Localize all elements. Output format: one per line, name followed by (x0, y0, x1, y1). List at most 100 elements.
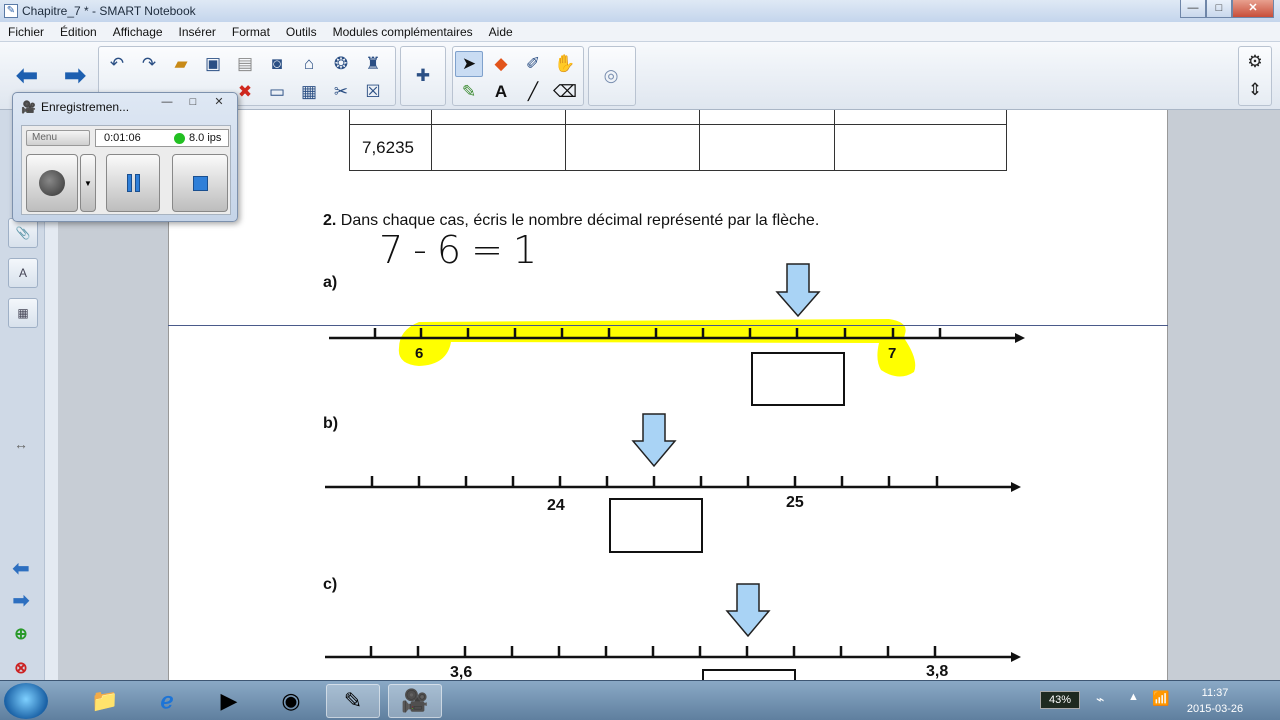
menu-bar: Fichier Édition Affichage Insérer Format… (0, 22, 1280, 42)
record-button[interactable] (26, 154, 78, 212)
recorder-close-button[interactable]: ✕ (207, 95, 231, 111)
internet-explorer-taskbar-icon[interactable]: ℯ (140, 684, 194, 718)
recorder-title: Enregistremen... (41, 100, 130, 114)
properties-tab-icon[interactable]: A (8, 258, 38, 288)
open-folder-icon[interactable]: ▰ (167, 51, 195, 77)
resize-arrows-icon[interactable]: ↔ (8, 432, 34, 456)
recorder-minimize-button[interactable]: — (155, 95, 179, 111)
minimize-button[interactable]: — (1180, 0, 1206, 18)
toolbar-group-tools: ➤ ◆ ✐ ✋ ✎ A ╱ ⌫ (452, 46, 584, 106)
record-circle-icon (39, 170, 65, 196)
screen-icon[interactable]: ▣ (199, 51, 227, 77)
screen-shade-icon[interactable]: ▭ (263, 79, 291, 105)
recorder-app-icon: 🎥 (21, 100, 36, 114)
recorder-controls: Menu 0:01:06 8.0 ips ▼ (21, 125, 231, 215)
part-a-left-value: 6 (415, 345, 424, 362)
eraser-icon[interactable]: ⌫ (551, 79, 579, 105)
menu-inserer[interactable]: Insérer (171, 25, 224, 39)
taskbar: 📁 ℯ ▶ ◉ ✎ 🎥 43% ⌁ ▲ 📶 11:37 2015-03-26 (0, 680, 1280, 720)
previous-page-arrow-icon[interactable]: ⬅ (10, 60, 44, 90)
addons-tab-icon[interactable]: ▦ (8, 298, 38, 328)
arrow-down-c-icon (725, 583, 771, 638)
part-a-right-value: 7 (888, 345, 897, 362)
text-icon[interactable]: A (487, 79, 515, 105)
recorder-menu-dropdown[interactable]: Menu (26, 130, 90, 146)
pens-icon[interactable]: ✎ (455, 79, 483, 105)
part-c-right-value: 3,8 (926, 663, 949, 680)
smart-notebook-taskbar-icon[interactable]: ✎ (326, 684, 380, 718)
recorder-status: 0:01:06 8.0 ips (95, 129, 229, 147)
toolbar-group-properties: ◎ (588, 46, 636, 106)
scissors-icon[interactable]: ✂ (327, 79, 355, 105)
table-icon[interactable]: ▦ (295, 79, 323, 105)
move-toolbar-icon[interactable]: ⇕ (1241, 77, 1269, 103)
recorder-taskbar-icon[interactable]: 🎥 (388, 684, 442, 718)
sidebar-forward-arrow-icon[interactable]: ➡ (8, 588, 34, 612)
window-title: Chapitre_7 * - SMART Notebook (22, 4, 196, 18)
recorder-icon[interactable]: ♜ (359, 51, 387, 77)
toolbar-group-addons: ✚ (400, 46, 446, 106)
power-icon[interactable]: ⌁ (1096, 691, 1104, 708)
stop-icon (192, 175, 208, 191)
recording-status-dot-icon (174, 133, 185, 144)
close-x-icon[interactable]: ☒ (359, 79, 387, 105)
menu-affichage[interactable]: Affichage (105, 25, 171, 39)
notebook-page[interactable]: 7,6235 2. Dans chaque cas, écris le nomb… (168, 110, 1168, 680)
network-signal-icon[interactable]: 📶 (1152, 690, 1169, 707)
select-pointer-icon[interactable]: ➤ (455, 51, 483, 77)
clock-time: 11:37 (1201, 687, 1229, 699)
delete-page-icon[interactable]: ⊗ (8, 656, 34, 680)
notebook-app-icon: ✎ (4, 4, 18, 18)
right-toolbar-panel: ⚙ ⇕ (1238, 46, 1272, 106)
attachments-tab-icon[interactable]: 📎 (8, 218, 38, 248)
shapes-icon[interactable]: ◆ (487, 51, 515, 77)
answer-box-b[interactable] (609, 498, 703, 553)
number-line-b-arrowhead (1011, 482, 1021, 492)
next-page-arrow-icon[interactable]: ➡ (58, 60, 92, 90)
menu-fichier[interactable]: Fichier (0, 25, 52, 39)
paste-icon[interactable]: ▤ (231, 51, 259, 77)
properties-icon[interactable]: ◎ (597, 63, 625, 89)
sidebar-back-arrow-icon[interactable]: ⬅ (8, 556, 34, 580)
fill-icon[interactable]: ✋ (551, 51, 579, 77)
number-line-b-ticks (370, 476, 939, 487)
answer-box-c[interactable] (702, 669, 796, 680)
pause-button[interactable] (106, 154, 160, 212)
battery-indicator[interactable]: 43% (1040, 691, 1080, 709)
redo-icon[interactable]: ↷ (135, 51, 163, 77)
undo-icon[interactable]: ↶ (103, 51, 131, 77)
menu-outils[interactable]: Outils (278, 25, 325, 39)
part-b-right-value: 25 (786, 494, 804, 511)
settings-gear-icon[interactable]: ⚙ (1241, 49, 1269, 75)
start-button-icon[interactable] (4, 683, 48, 719)
magic-pen-icon[interactable]: ✐ (519, 51, 547, 77)
recorder-restore-button[interactable]: □ (181, 95, 205, 111)
clock-date: 2015-03-26 (1186, 703, 1244, 715)
clock[interactable]: 11:37 2015-03-26 (1180, 685, 1250, 717)
puzzle-icon[interactable]: ✚ (409, 63, 437, 89)
yellow-highlight-stroke[interactable] (398, 319, 916, 377)
menu-modules[interactable]: Modules complémentaires (325, 25, 481, 39)
number-line-c-arrowhead (1011, 652, 1021, 662)
number-line-c-ticks (369, 646, 937, 657)
explorer-taskbar-icon[interactable]: 📁 (78, 684, 132, 718)
answer-box-a[interactable] (751, 352, 845, 406)
recorder-window[interactable]: 🎥 Enregistremen... — □ ✕ Menu 0:01:06 8.… (12, 92, 238, 222)
media-player-taskbar-icon[interactable]: ▶ (202, 684, 256, 718)
maximize-button[interactable]: □ (1206, 0, 1232, 18)
stop-button[interactable] (172, 154, 228, 212)
line-icon[interactable]: ╱ (519, 79, 547, 105)
add-page-icon[interactable]: ⊕ (8, 622, 34, 646)
number-lines-layer (325, 263, 1025, 680)
close-button[interactable]: ✕ (1232, 0, 1274, 18)
share-icon[interactable]: ❂ (327, 51, 355, 77)
recorder-elapsed-time: 0:01:06 (104, 132, 141, 144)
menu-edition[interactable]: Édition (52, 25, 105, 39)
record-options-dropdown[interactable]: ▼ (80, 154, 96, 212)
lock-icon[interactable]: ⌂ (295, 51, 323, 77)
capture-icon[interactable]: ◙ (263, 51, 291, 77)
menu-aide[interactable]: Aide (481, 25, 521, 39)
menu-format[interactable]: Format (224, 25, 278, 39)
tray-arrow-icon[interactable]: ▲ (1128, 691, 1139, 703)
chrome-taskbar-icon[interactable]: ◉ (264, 684, 318, 718)
